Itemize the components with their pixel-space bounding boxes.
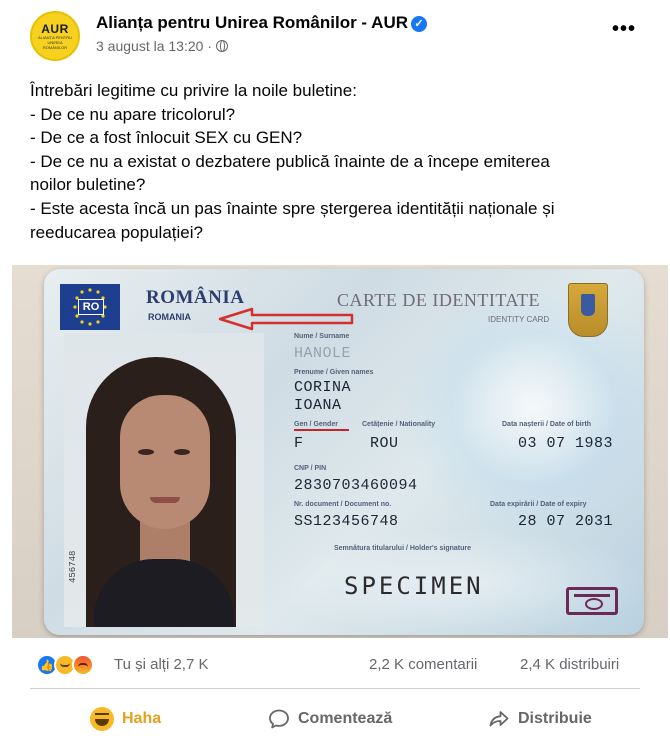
gender-label: Gen / Gender xyxy=(294,421,338,428)
page-name[interactable]: Alianța pentru Unirea Românilor - AUR xyxy=(96,13,408,32)
page-avatar[interactable]: AUR ALIANȚA PENTRU UNIREA ROMÂNILOR xyxy=(30,11,80,61)
card-doc-title-en: IDENTITY CARD xyxy=(488,315,550,324)
reactions-count[interactable]: Tu și alți 2,7 K xyxy=(114,656,208,673)
comment-bubble-icon xyxy=(269,709,289,729)
page-name-link[interactable]: Alianța pentru Unirea Românilor - AUR ✓ xyxy=(96,13,428,33)
share-arrow-icon xyxy=(489,711,509,727)
comment-label: Comentează xyxy=(298,710,393,727)
more-options-icon[interactable]: ••• xyxy=(612,18,636,41)
avatar-logo-subtitle: ALIANȚA PENTRU UNIREA ROMÂNILOR xyxy=(38,34,73,50)
share-button[interactable]: Distribuie xyxy=(488,695,592,743)
expiry-label: Data expirării / Date of expiry xyxy=(490,501,587,508)
post-text-line: - De ce a fost înlocuit SEX cu GEN? xyxy=(30,128,303,148)
shares-count[interactable]: 2,4 K distribuiri xyxy=(520,656,619,673)
document-no-label: Nr. document / Document no. xyxy=(294,501,392,508)
post-text-line: - Este acesta încă un pas înainte spre ș… xyxy=(30,198,555,218)
birth-date-label: Data nașterii / Date of birth xyxy=(502,421,592,428)
actions-divider xyxy=(30,688,640,689)
haha-button[interactable]: Haha xyxy=(90,695,161,743)
nationality-label: Cetățenie / Nationality xyxy=(362,421,436,428)
card-country-en: ROMANIA xyxy=(148,312,191,322)
portrait-mouth xyxy=(150,497,180,503)
given-names-label: Prenume / Given names xyxy=(294,369,374,376)
post-text-line: reeducarea populației? xyxy=(30,222,203,242)
birth-date-value: 03 07 1983 xyxy=(518,435,614,452)
eu-country-code: RO xyxy=(78,299,104,315)
gender-underline xyxy=(294,429,349,431)
engagement-stats: 👍 Tu și alți 2,7 K 2,2 K comentarii 2,4 … xyxy=(0,648,670,684)
coat-of-arms-icon xyxy=(568,283,608,337)
id-card: RO ROMÂNIA ROMANIA CARTE DE IDENTITATE I… xyxy=(44,269,644,635)
portrait-eye xyxy=(138,449,154,455)
comment-button[interactable]: Comentează xyxy=(268,695,392,743)
card-vertical-number: 456748 xyxy=(68,550,78,583)
nationality-value: ROU xyxy=(370,435,399,452)
card-doc-title: CARTE DE IDENTITATE xyxy=(337,290,540,310)
document-no-value: SS123456748 xyxy=(294,513,399,530)
reaction-icons[interactable]: 👍 xyxy=(36,654,106,676)
expiry-value: 28 07 2031 xyxy=(518,513,614,530)
globe-icon[interactable] xyxy=(215,40,228,52)
post-text-line: - De ce nu apare tricolorul? xyxy=(30,104,236,124)
post-text-line: - De ce nu a existat o dezbatere publică… xyxy=(30,151,550,171)
avatar-logo-text: AUR xyxy=(41,21,69,36)
portrait-eye xyxy=(174,449,190,455)
post-header: AUR ALIANȚA PENTRU UNIREA ROMÂNILOR Alia… xyxy=(0,0,670,70)
haha-reaction-icon xyxy=(90,707,114,731)
gender-value: F xyxy=(294,435,304,452)
card-country: ROMÂNIA xyxy=(146,287,245,308)
surname-value: HANOLE xyxy=(294,345,352,362)
angry-icon xyxy=(72,654,94,676)
comments-count[interactable]: 2,2 K comentarii xyxy=(369,656,477,673)
surname-label: Nume / Surname xyxy=(294,333,350,340)
cnp-value: 2830703460094 xyxy=(294,477,418,494)
post-meta: 3 august la 13:20 · xyxy=(96,38,228,54)
eu-flag-icon: RO xyxy=(60,284,120,330)
post-text-line: noilor buletine? xyxy=(30,175,146,195)
signature-label: Semnătura titularului / Holder's signatu… xyxy=(334,545,472,552)
post-actions: Haha Comentează Distribuie xyxy=(0,695,670,743)
signature-specimen: SPECIMEN xyxy=(344,572,484,600)
haha-label: Haha xyxy=(122,710,162,727)
cnp-label: CNP / PIN xyxy=(294,465,327,472)
meta-separator: · xyxy=(207,38,212,54)
portrait-face xyxy=(120,395,210,529)
portrait-photo: 456748 xyxy=(64,333,264,627)
given-name-2: IOANA xyxy=(294,397,342,414)
share-label: Distribuie xyxy=(518,710,592,727)
post-text-line: Întrebări legitime cu privire la noile b… xyxy=(30,81,357,100)
ovd-symbol-icon xyxy=(566,587,618,615)
post-timestamp[interactable]: 3 august la 13:20 xyxy=(96,38,203,54)
card-glare xyxy=(404,289,644,529)
red-arrow-icon xyxy=(218,307,354,331)
verified-badge-icon: ✓ xyxy=(411,15,428,32)
given-name-1: CORINA xyxy=(294,379,352,396)
post-photo[interactable]: RO ROMÂNIA ROMANIA CARTE DE IDENTITATE I… xyxy=(12,265,668,638)
post-text: Întrebări legitime cu privire la noile b… xyxy=(30,79,650,244)
